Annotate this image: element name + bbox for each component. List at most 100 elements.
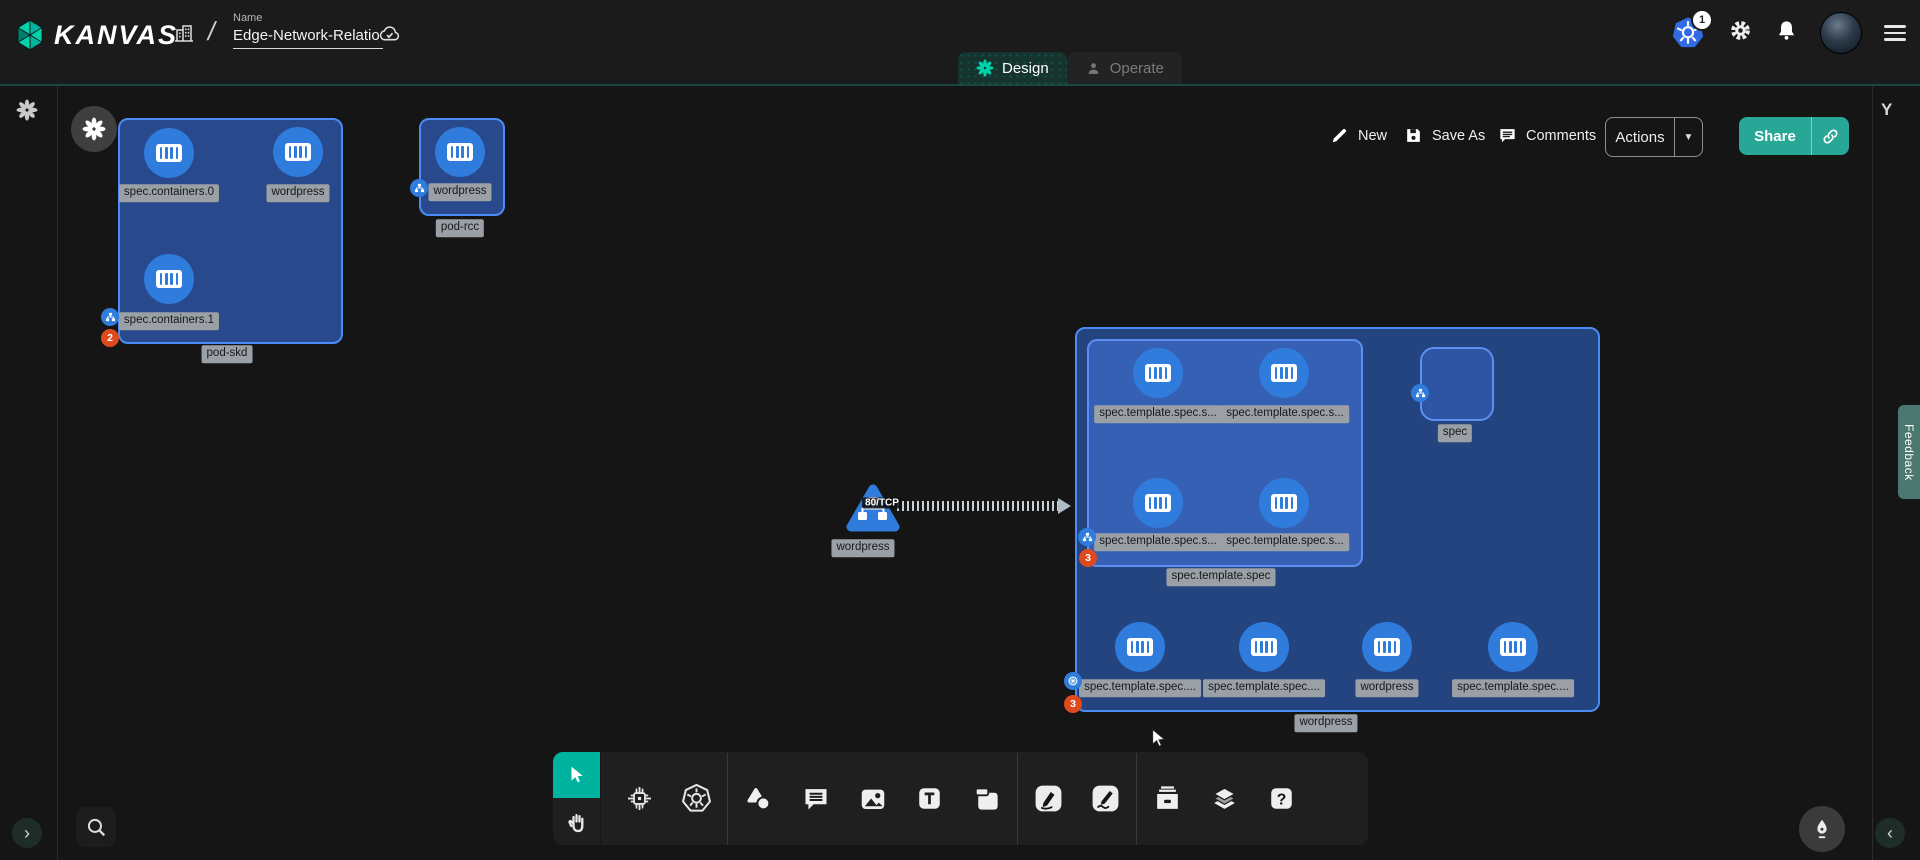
node-label: spec.template.spec.s... bbox=[1221, 533, 1349, 551]
node-label: spec.template.spec.s... bbox=[1094, 533, 1222, 551]
svg-text:?: ? bbox=[1277, 791, 1287, 808]
tab-operate[interactable]: Operate bbox=[1067, 52, 1182, 84]
group-label: pod-skd bbox=[202, 345, 253, 363]
breadcrumb-slash: / bbox=[205, 16, 218, 47]
text-tool-button[interactable] bbox=[901, 752, 958, 845]
node-template-container[interactable] bbox=[1115, 622, 1165, 672]
node-template-container[interactable] bbox=[1133, 478, 1183, 528]
drawer-icon bbox=[1152, 783, 1183, 814]
layers-tool-button[interactable] bbox=[1196, 752, 1253, 845]
pod-badge-icon[interactable] bbox=[1078, 528, 1096, 546]
kubernetes-context-button[interactable]: 1 bbox=[1670, 16, 1706, 50]
header-icons: 1 bbox=[1670, 12, 1906, 54]
menu-hamburger-icon[interactable] bbox=[1884, 21, 1906, 45]
deployment-badge-icon[interactable] bbox=[1064, 672, 1082, 690]
help-tool-button[interactable]: ? bbox=[1253, 752, 1310, 845]
comment-bubble-icon bbox=[802, 785, 830, 813]
select-tool-button[interactable] bbox=[553, 752, 600, 798]
text-icon bbox=[915, 784, 944, 813]
design-name-input[interactable] bbox=[233, 24, 383, 49]
drawer-tool-button[interactable] bbox=[1139, 752, 1196, 845]
kanvas-app: KANVAS / Name Design bbox=[0, 0, 1920, 860]
node-label: spec.containers.0 bbox=[119, 184, 219, 202]
pan-tool-button[interactable] bbox=[553, 798, 600, 845]
pen-tool-button[interactable] bbox=[1020, 752, 1077, 845]
node-wordpress-container[interactable] bbox=[1362, 622, 1412, 672]
component-chip-icon bbox=[625, 784, 654, 813]
actions-button[interactable]: Actions ▼ bbox=[1605, 117, 1703, 157]
share-button[interactable]: Share bbox=[1739, 117, 1849, 155]
organization-icon[interactable] bbox=[172, 21, 196, 50]
node-template-container[interactable] bbox=[1259, 348, 1309, 398]
new-button[interactable]: New bbox=[1330, 126, 1387, 145]
error-count-badge[interactable]: 3 bbox=[1079, 549, 1097, 567]
notifications-bell-icon[interactable] bbox=[1775, 19, 1798, 47]
container-icon bbox=[1500, 638, 1526, 656]
node-template-container[interactable] bbox=[1239, 622, 1289, 672]
brand[interactable]: KANVAS bbox=[14, 18, 178, 52]
pencil-tool-button[interactable] bbox=[1077, 752, 1134, 845]
save-icon bbox=[1404, 126, 1423, 145]
container-icon bbox=[1271, 494, 1297, 512]
annotation-pen-nib-button[interactable] bbox=[1799, 806, 1845, 852]
node-label: spec.template.spec.... bbox=[1079, 679, 1201, 697]
container-icon bbox=[1374, 638, 1400, 656]
edge-arrowhead bbox=[1058, 498, 1071, 514]
settings-gear-icon[interactable] bbox=[1728, 18, 1753, 48]
actions-label: Actions bbox=[1606, 129, 1674, 146]
design-action-bar: New Save As Comments Actions ▼ Share bbox=[0, 117, 1920, 157]
node-template-container[interactable] bbox=[1259, 478, 1309, 528]
pod-badge-icon[interactable] bbox=[101, 308, 119, 326]
kubernetes-tool-button[interactable] bbox=[668, 752, 725, 845]
image-tool-button[interactable] bbox=[844, 752, 901, 845]
design-name-field: Name bbox=[233, 12, 393, 49]
tab-design[interactable]: Design bbox=[958, 52, 1067, 84]
zoom-search-button[interactable] bbox=[76, 807, 116, 847]
edge-port-label: 80/TCP bbox=[862, 498, 902, 509]
expand-left-panel-button[interactable]: › bbox=[12, 818, 42, 848]
node-label: spec.template.spec.s... bbox=[1221, 405, 1349, 423]
toolbar-divider bbox=[1017, 753, 1018, 845]
node-label: wordpress bbox=[1355, 679, 1418, 697]
note-tool-button[interactable] bbox=[958, 752, 1015, 845]
actions-caret-icon[interactable]: ▼ bbox=[1675, 132, 1702, 143]
error-count-badge[interactable]: 3 bbox=[1064, 695, 1082, 713]
node-template-container[interactable] bbox=[1133, 348, 1183, 398]
toolbar-divider bbox=[1136, 753, 1137, 845]
pod-badge-icon[interactable] bbox=[1411, 384, 1429, 402]
edge-service-to-deployment[interactable] bbox=[897, 501, 1059, 511]
kanvas-logo-icon bbox=[14, 18, 46, 52]
new-label: New bbox=[1358, 128, 1387, 144]
save-as-button[interactable]: Save As bbox=[1404, 126, 1485, 145]
hand-icon bbox=[565, 810, 589, 834]
pen-icon bbox=[1033, 783, 1064, 814]
node-template-container[interactable] bbox=[1488, 622, 1538, 672]
feedback-tab[interactable]: Feedback bbox=[1898, 405, 1920, 499]
user-avatar[interactable] bbox=[1820, 12, 1862, 54]
left-rail-divider bbox=[57, 86, 58, 860]
save-as-label: Save As bbox=[1432, 128, 1485, 144]
right-rail-divider bbox=[1872, 86, 1873, 860]
container-icon bbox=[156, 270, 182, 288]
magnifier-icon bbox=[84, 815, 109, 840]
container-icon bbox=[1145, 494, 1171, 512]
node-spec[interactable] bbox=[1420, 347, 1494, 421]
comments-button[interactable]: Comments bbox=[1498, 126, 1596, 145]
error-count-badge[interactable]: 2 bbox=[101, 329, 119, 347]
node-spec-containers-1[interactable] bbox=[144, 254, 194, 304]
pointer-tool-column bbox=[553, 752, 601, 845]
pod-badge-icon[interactable] bbox=[410, 179, 428, 197]
comment-tool-button[interactable] bbox=[787, 752, 844, 845]
design-name-label: Name bbox=[233, 12, 393, 24]
component-tool-button[interactable] bbox=[611, 752, 668, 845]
share-label: Share bbox=[1739, 128, 1811, 145]
operate-mode-icon bbox=[1085, 60, 1102, 77]
collapse-right-panel-button[interactable]: ‹ bbox=[1875, 818, 1905, 848]
node-label: wordpress bbox=[831, 539, 894, 557]
node-label: spec.template.spec.... bbox=[1203, 679, 1325, 697]
node-service-wordpress[interactable] bbox=[845, 483, 901, 538]
copy-link-icon[interactable] bbox=[1812, 127, 1849, 146]
shapes-tool-button[interactable] bbox=[730, 752, 787, 845]
layers-icon bbox=[1209, 783, 1240, 814]
toolbar-divider bbox=[727, 753, 728, 845]
